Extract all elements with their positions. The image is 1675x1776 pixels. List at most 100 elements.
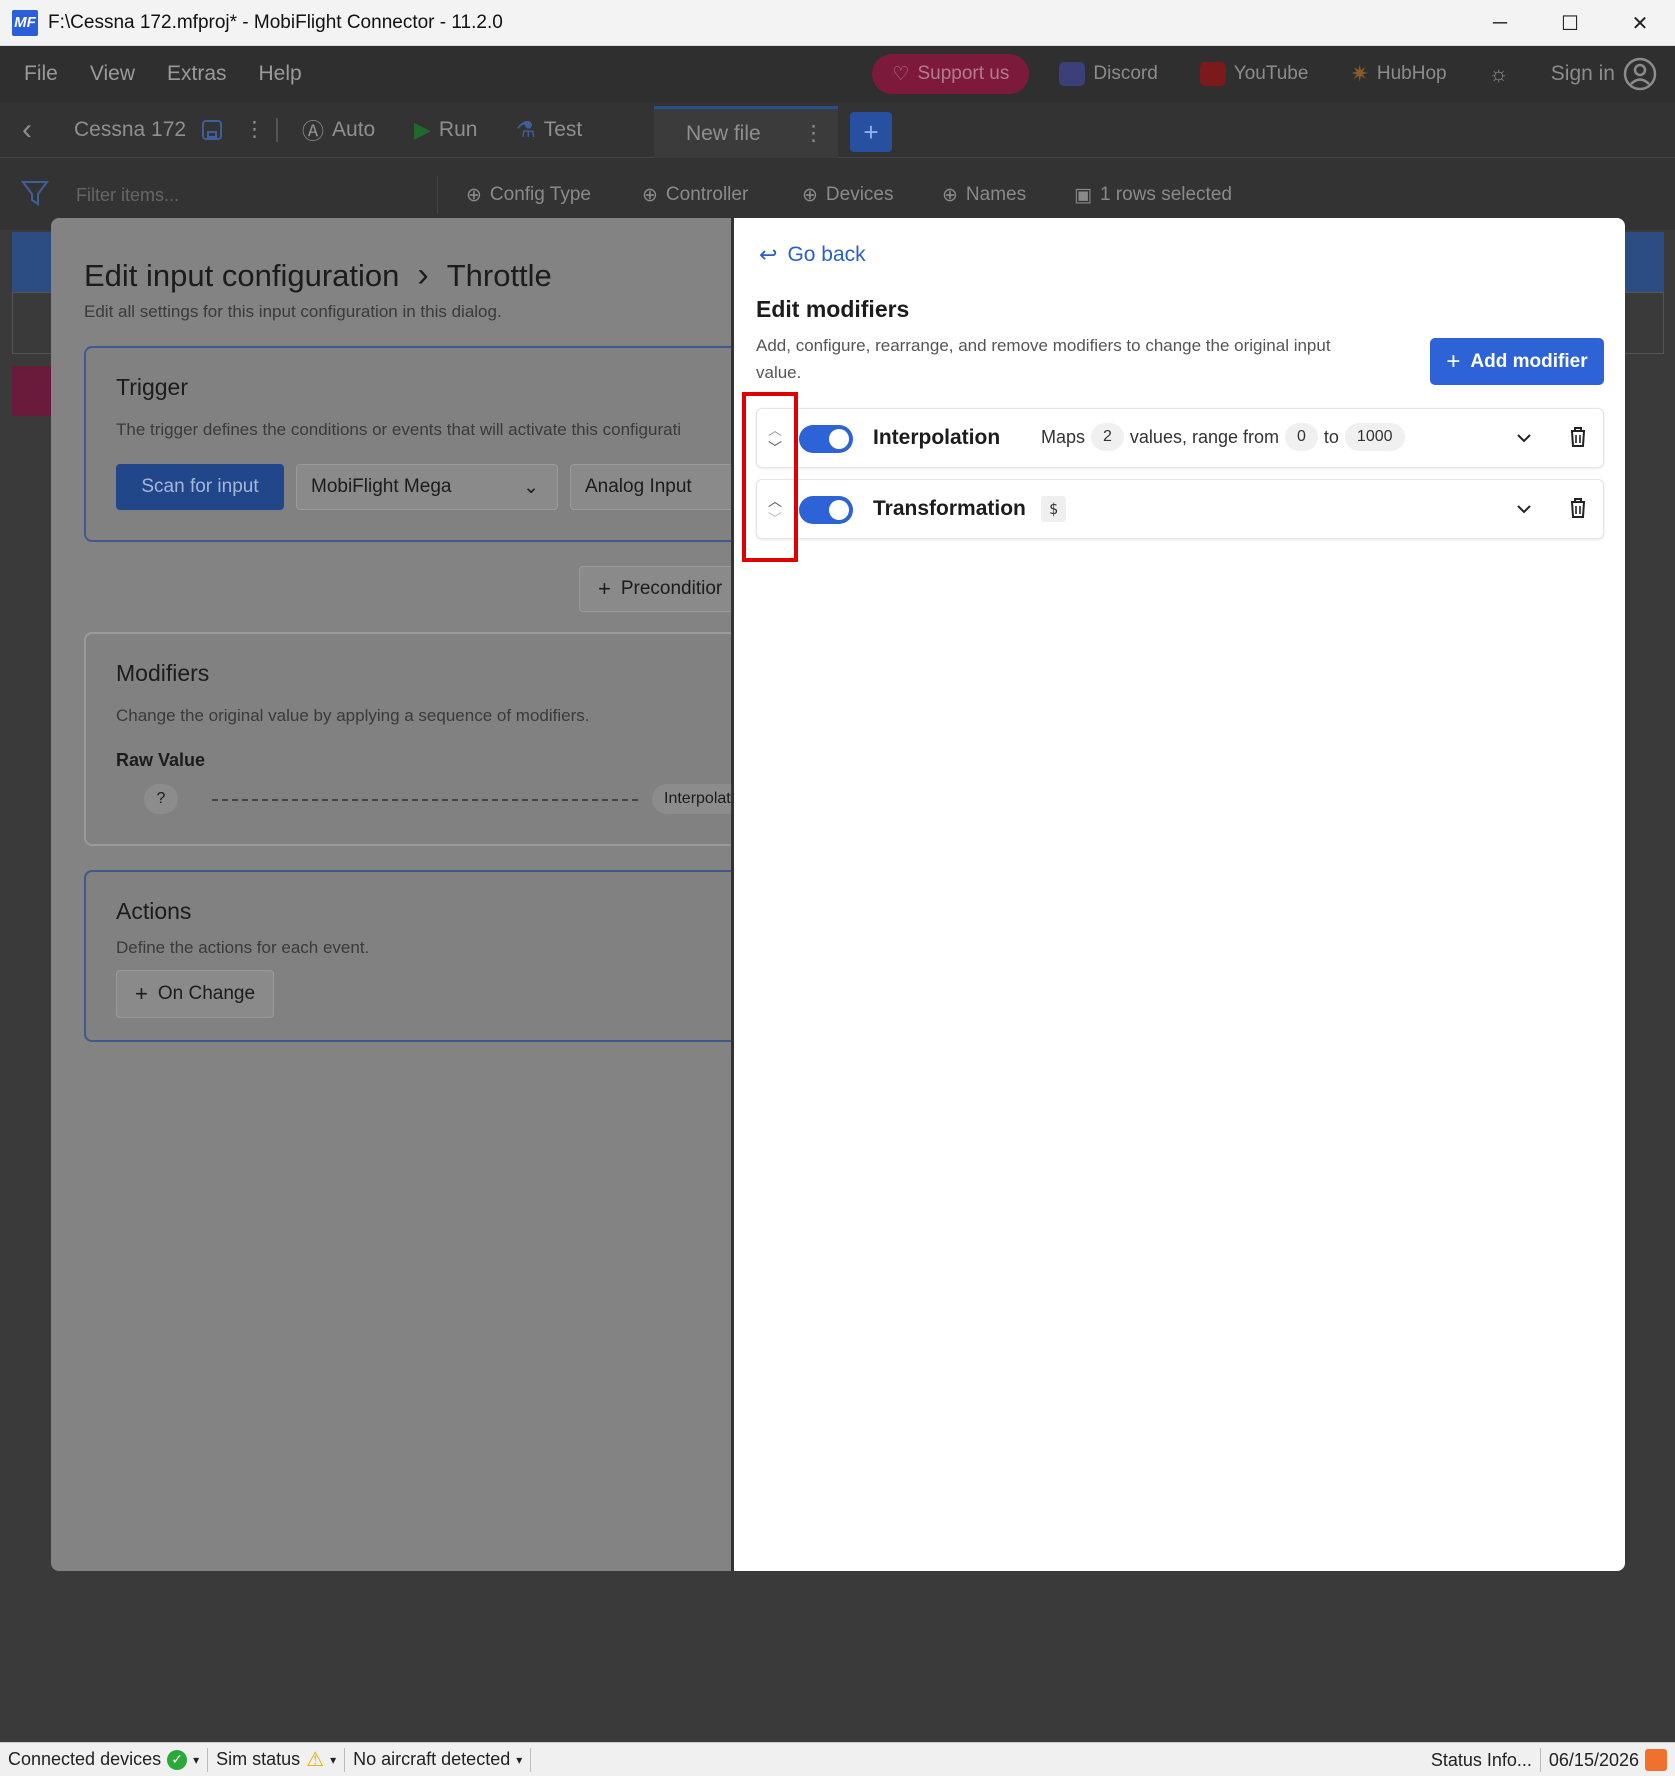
youtube-label: YouTube [1233,63,1309,84]
theme-toggle[interactable]: ☼ [1489,61,1509,87]
modifier-row-transformation: ︿ ﹀ Transformation $ [756,479,1604,539]
status-info-label: Status Info... [1430,1749,1532,1770]
test-button[interactable]: ⚗ Test [516,117,582,143]
support-us-label: Support us [917,63,1010,84]
chip-label: Devices [825,184,894,205]
summary-to: 1000 [1344,423,1405,451]
background-row-stub-right [1624,292,1664,354]
add-modifier-button[interactable]: + Add modifier [1430,338,1604,385]
auto-label: Auto [332,117,376,141]
status-info[interactable]: Status Info... [1423,1748,1541,1772]
plus-circle-icon: ⊕ [942,184,958,206]
chip-names[interactable]: ⊕ Names [942,176,1026,214]
background-badge-stub [12,366,52,416]
modifier-enabled-toggle[interactable] [799,425,853,453]
back-button[interactable]: ‹ [22,113,32,147]
chip-controller[interactable]: ⊕ Controller [642,176,748,214]
user-icon [1623,57,1657,91]
menu-extras[interactable]: Extras [167,62,227,86]
support-us-button[interactable]: ♡ Support us [872,54,1030,94]
add-precondition-button[interactable]: + Preconditior [579,566,749,612]
scan-for-input-button[interactable]: Scan for input [116,464,284,510]
chip-label: Config Type [489,184,591,205]
trigger-title: Trigger [116,374,188,400]
status-bar: Connected devices ✓ ▾ Sim status ⚠ ▾ No … [0,1742,1675,1776]
project-more-button[interactable]: ⋮ [244,117,265,142]
modifier-name: Interpolation [873,426,1001,449]
plus-icon: + [1446,347,1461,375]
dropdown-arrow-icon: ▾ [330,1752,337,1767]
add-tab-button[interactable]: + [850,112,892,152]
modifier-name: Transformation [873,497,1026,520]
actions-title: Actions [116,898,192,924]
dropdown-arrow-icon: ▾ [193,1752,200,1767]
menu-view[interactable]: View [90,62,135,86]
discord-link[interactable]: Discord [1059,62,1158,86]
modifiers-card: Modifiers Change the original value by a… [84,632,756,846]
sim-status-label: Sim status [216,1749,301,1769]
menu-help[interactable]: Help [259,62,302,86]
auto-icon: Ⓐ [302,118,325,144]
sign-in-label: Sign in [1550,62,1615,85]
chevron-down-icon[interactable] [1513,425,1535,451]
transformation-expression: $ [1041,496,1067,522]
save-icon[interactable] [200,118,224,142]
go-back-label: Go back [787,243,866,266]
tab-more-button[interactable]: ⋮ [803,121,824,146]
flask-icon: ⚗ [516,116,536,142]
maximize-button[interactable]: ☐ [1535,0,1605,46]
tab-new-file[interactable]: New file ⋮ [654,106,838,158]
chip-config-type[interactable]: ⊕ Config Type [466,176,591,214]
delete-modifier-icon[interactable] [1569,497,1591,521]
discord-icon [1059,62,1086,86]
go-back-link[interactable]: ↩ Go back [759,242,866,268]
project-name: Cessna 172 [74,117,187,141]
hubhop-label: HubHop [1376,63,1447,84]
window-title: F:\Cessna 172.mfproj* - MobiFlight Conne… [48,11,503,33]
device-value: Analog Input [585,476,692,497]
menu-bar: File View Extras Help ♡ Support us Disco… [0,46,1675,102]
device-select[interactable]: Analog Input [570,464,756,510]
menu-file[interactable]: File [24,62,58,86]
minimize-button[interactable]: ─ [1465,0,1535,46]
connected-devices-status[interactable]: Connected devices ✓ ▾ [0,1747,209,1772]
connected-devices-label: Connected devices [8,1749,162,1769]
tab-label: New file [686,121,761,145]
sign-in-button[interactable]: Sign in [1551,57,1657,91]
dialog-title: Edit input configuration › Throttle [84,256,552,295]
aircraft-status[interactable]: No aircraft detected ▾ [345,1747,532,1772]
dialog-title-text: Edit input configuration [84,257,400,293]
check-icon: ✓ [167,1749,188,1770]
dialog-title-item: Throttle [446,257,552,293]
filter-input[interactable]: Filter items... [64,176,438,214]
discord-label: Discord [1093,63,1158,84]
chip-label: Controller [665,184,749,205]
sim-status[interactable]: Sim status ⚠ ▾ [208,1747,346,1772]
edit-modifiers-title: Edit modifiers [756,296,910,322]
toolbar-divider [276,118,278,142]
run-button[interactable]: ▶ Run [414,117,477,143]
chip-devices[interactable]: ⊕ Devices [802,176,894,214]
modifier-enabled-toggle[interactable] [799,496,853,524]
run-label: Run [438,117,478,141]
summary-values: values, range from [1129,426,1279,447]
window-controls: ─ ☐ ✕ [1465,0,1675,46]
youtube-link[interactable]: YouTube [1199,62,1309,86]
app-logo: MF [12,9,38,36]
chip-label: Names [965,184,1027,205]
controller-select[interactable]: MobiFlight Mega ⌄ [296,464,558,510]
delete-modifier-icon[interactable] [1569,426,1591,450]
edit-modifiers-panel: ↩ Go back Edit modifiers Add, configure,… [731,218,1625,1571]
summary-maps: Maps [1041,426,1086,447]
close-button[interactable]: ✕ [1605,0,1675,46]
hubhop-link[interactable]: ✷ HubHop [1350,61,1446,87]
add-on-change-button[interactable]: + On Change [116,970,274,1018]
background-header-stub-right [1624,232,1664,292]
background-header-stub [12,232,52,292]
chevron-down-icon[interactable] [1513,496,1535,522]
raw-value-label: Raw Value [116,750,206,770]
auto-button[interactable]: Ⓐ Auto [302,114,375,146]
raw-value: ? [144,784,178,814]
edit-modifiers-desc: Add, configure, rearrange, and remove mo… [756,336,1331,382]
chevron-down-icon: ⌄ [523,476,539,498]
